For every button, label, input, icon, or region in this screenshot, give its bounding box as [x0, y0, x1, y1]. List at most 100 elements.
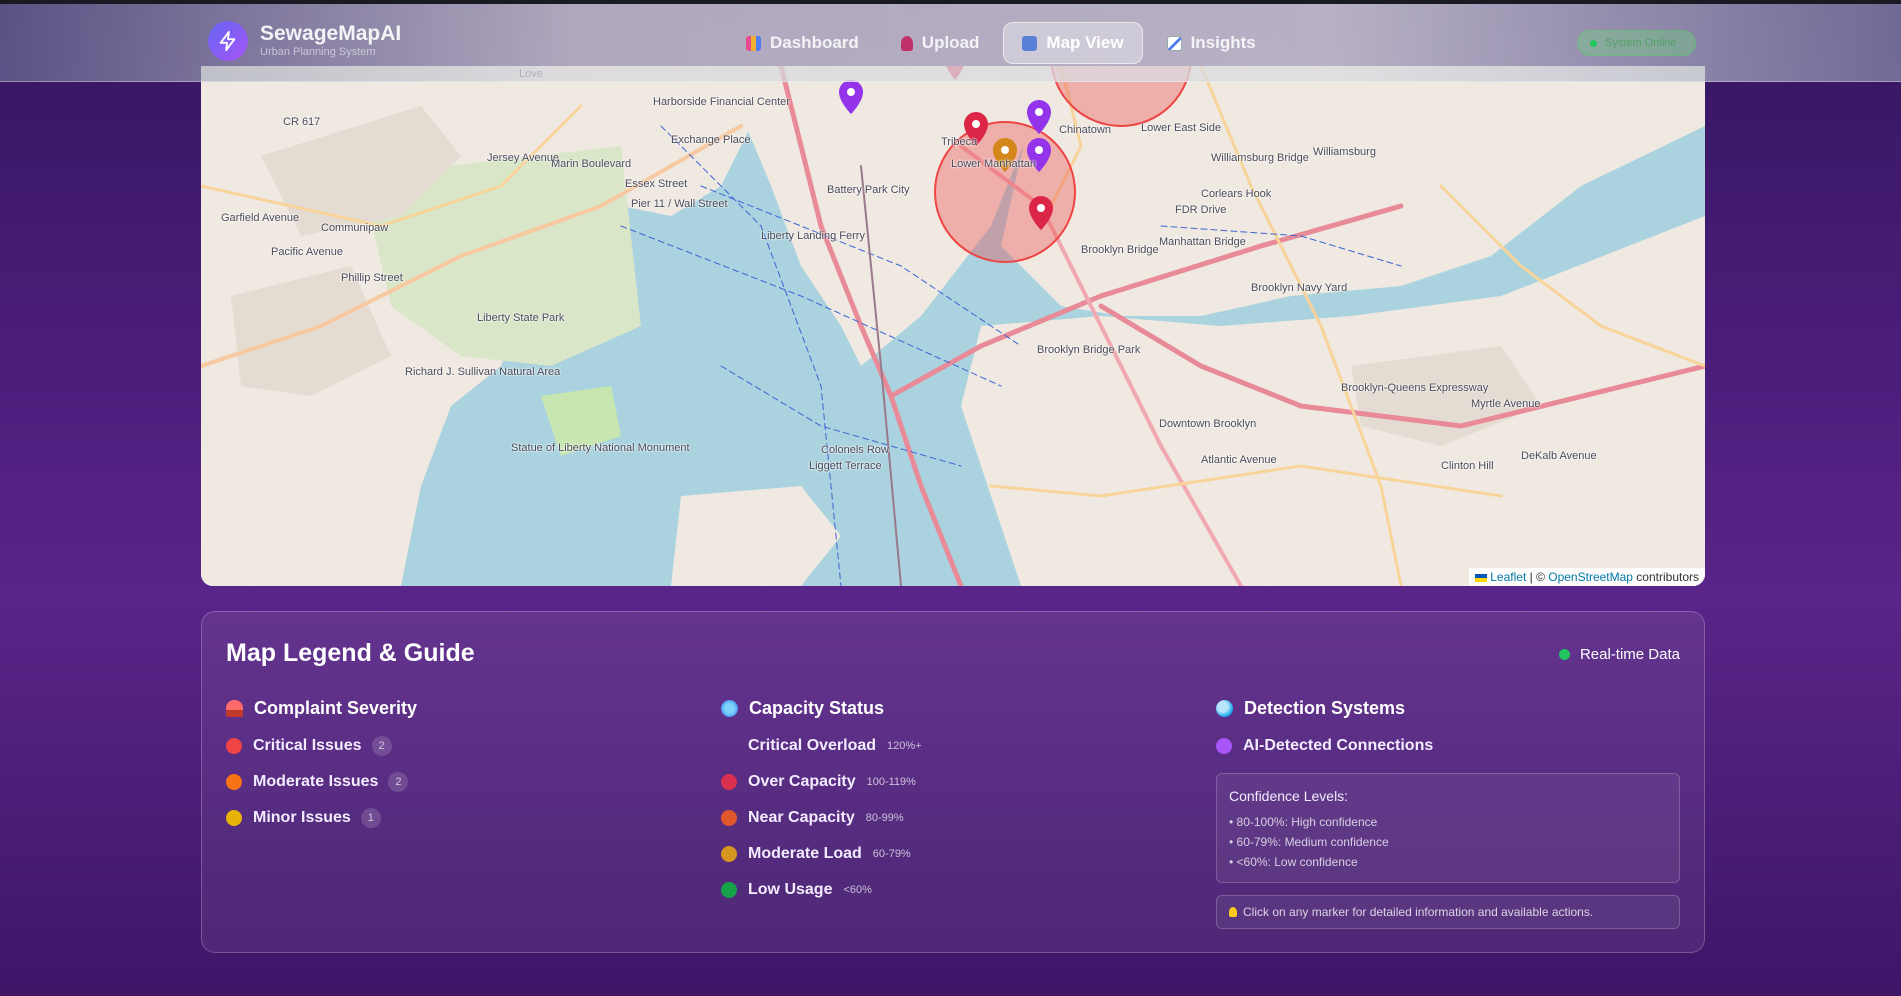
map-label: Brooklyn-Queens Expressway [1341, 382, 1489, 394]
map-legend-panel: Map Legend & Guide Real-time Data Compla… [201, 611, 1705, 953]
capacity-column: Capacity Status Critical Overload 120%+ … [721, 696, 922, 900]
map-label: Jersey Avenue [487, 152, 559, 164]
capacity-over: Over Capacity 100-119% [721, 772, 922, 792]
severity-minor: Minor Issues 1 [226, 808, 417, 828]
nav-map-view[interactable]: Map View [1003, 22, 1143, 64]
nav-upload-label: Upload [921, 33, 980, 52]
map-label: Essex Street [625, 178, 688, 190]
map-label: Liberty State Park [477, 312, 565, 324]
map-attribution: Leaflet | © OpenStreetMap contributors [1468, 568, 1705, 586]
capacity-critical-label: Critical Overload [748, 737, 877, 754]
capacity-over-range: 100-119% [866, 776, 916, 788]
app-subtitle: Urban Planning System [260, 46, 376, 58]
map-label: Lower East Side [1141, 122, 1222, 134]
severity-critical-count: 2 [371, 736, 392, 756]
main-nav: Dashboard Upload Map View Insights [728, 22, 1274, 64]
map-label: Tribeca [941, 136, 978, 148]
confidence-medium: • 60-79%: Medium confidence [1229, 835, 1389, 849]
severity-critical: Critical Issues 2 [226, 736, 417, 756]
map-view[interactable]: LoveHarborside Financial CenterExchange … [201, 66, 1705, 586]
lightbulb-icon [1229, 907, 1237, 917]
system-status-text: System Online [1605, 37, 1677, 49]
capacity-low-label: Low Usage [748, 881, 833, 898]
confidence-title: Confidence Levels: [1229, 788, 1349, 804]
map-label: Atlantic Avenue [1201, 454, 1277, 466]
capacity-critical-range: 120%+ [887, 740, 922, 752]
map-label: FDR Drive [1175, 204, 1227, 216]
near-capacity-dot-icon [721, 810, 737, 826]
trend-chart-icon [1166, 35, 1182, 51]
leaflet-flag-icon [1474, 573, 1487, 582]
map-label: Richard J. Sullivan Natural Area [405, 366, 561, 378]
map-label: Downtown Brooklyn [1159, 418, 1257, 430]
low-usage-dot-icon [721, 882, 737, 898]
map-label: Brooklyn Bridge Park [1037, 344, 1141, 356]
system-status-badge: System Online [1577, 30, 1696, 56]
severity-column: Complaint Severity Critical Issues 2 Mod… [226, 696, 417, 828]
critical-dot-icon [226, 738, 242, 754]
capacity-near: Near Capacity 80-99% [721, 808, 922, 828]
minor-dot-icon [226, 810, 242, 826]
map-label: Phillip Street [341, 272, 403, 284]
map-label: Pacific Avenue [271, 246, 343, 258]
moderate-load-dot-icon [721, 846, 737, 862]
map-label: Exchange Place [671, 134, 751, 146]
map-label: Brooklyn Navy Yard [1251, 282, 1348, 294]
leaflet-link[interactable]: Leaflet [1490, 570, 1526, 584]
map-label: Chinatown [1059, 124, 1111, 136]
marker-tip-text: Click on any marker for detailed informa… [1243, 905, 1594, 919]
map-label: Liggett Terrace [809, 460, 882, 472]
app-name: SewageMapAI [260, 22, 402, 45]
capacity-low: Low Usage <60% [721, 880, 922, 900]
nav-dashboard-label: Dashboard [770, 33, 859, 52]
detection-title: Detection Systems [1244, 697, 1406, 718]
realtime-indicator: Real-time Data [1558, 646, 1680, 663]
severity-moderate: Moderate Issues 2 [226, 772, 417, 792]
confidence-levels-box: Confidence Levels: • 80-100%: High confi… [1216, 773, 1680, 883]
capacity-over-label: Over Capacity [748, 773, 856, 790]
openstreetmap-link[interactable]: OpenStreetMap [1548, 570, 1633, 584]
nav-dashboard[interactable]: Dashboard [728, 22, 877, 64]
capacity-moderate: Moderate Load 60-79% [721, 844, 922, 864]
upload-icon [900, 35, 913, 51]
capacity-critical-overload: Critical Overload 120%+ [721, 736, 922, 756]
map-label: Williamsburg [1313, 146, 1376, 158]
ai-detected-item: AI-Detected Connections [1216, 736, 1433, 756]
realtime-label: Real-time Data [1579, 646, 1680, 663]
status-dot-icon [1590, 39, 1597, 47]
capacity-moderate-label: Moderate Load [748, 845, 862, 862]
map-label: Garfield Avenue [221, 212, 300, 224]
confidence-low: • <60%: Low confidence [1229, 855, 1358, 869]
severity-minor-label: Minor Issues [253, 809, 351, 826]
nav-insights[interactable]: Insights [1149, 22, 1274, 64]
map-label: Statue of Liberty National Monument [511, 442, 690, 454]
severity-minor-count: 1 [360, 808, 381, 828]
map-label: Brooklyn Bridge [1081, 244, 1159, 256]
map-label: Williamsburg Bridge [1211, 152, 1309, 164]
bar-chart-icon [746, 35, 761, 51]
app-header: SewageMapAI Urban Planning System Dashbo… [0, 4, 1901, 82]
live-dot-icon [1558, 649, 1570, 660]
map-label: Clinton Hill [1441, 460, 1494, 472]
severity-critical-label: Critical Issues [253, 737, 362, 754]
severity-title: Complaint Severity [254, 697, 418, 718]
capacity-moderate-range: 60-79% [872, 848, 911, 860]
magnifier-icon [1216, 699, 1233, 717]
legend-title: Map Legend & Guide [226, 639, 475, 667]
map-label: Pier 11 / Wall Street [631, 198, 728, 210]
capacity-title: Capacity Status [749, 697, 885, 718]
map-label: Corlears Hook [1201, 188, 1272, 200]
nav-map-view-label: Map View [1046, 33, 1124, 52]
map-label: Battery Park City [827, 184, 910, 196]
lightning-logo-icon [208, 21, 248, 61]
map-label: Colonels Row [821, 444, 889, 456]
detection-column: Detection Systems AI-Detected Connection… [1216, 696, 1433, 756]
over-capacity-dot-icon [721, 774, 737, 790]
marker-tip: Click on any marker for detailed informa… [1216, 895, 1680, 929]
capacity-low-range: <60% [843, 884, 872, 896]
map-label: Communipaw [321, 222, 389, 234]
brand[interactable]: SewageMapAI Urban Planning System [208, 21, 401, 61]
severity-moderate-label: Moderate Issues [253, 773, 379, 790]
nav-upload[interactable]: Upload [883, 22, 998, 64]
map-label: Liberty Landing Ferry [761, 230, 865, 242]
